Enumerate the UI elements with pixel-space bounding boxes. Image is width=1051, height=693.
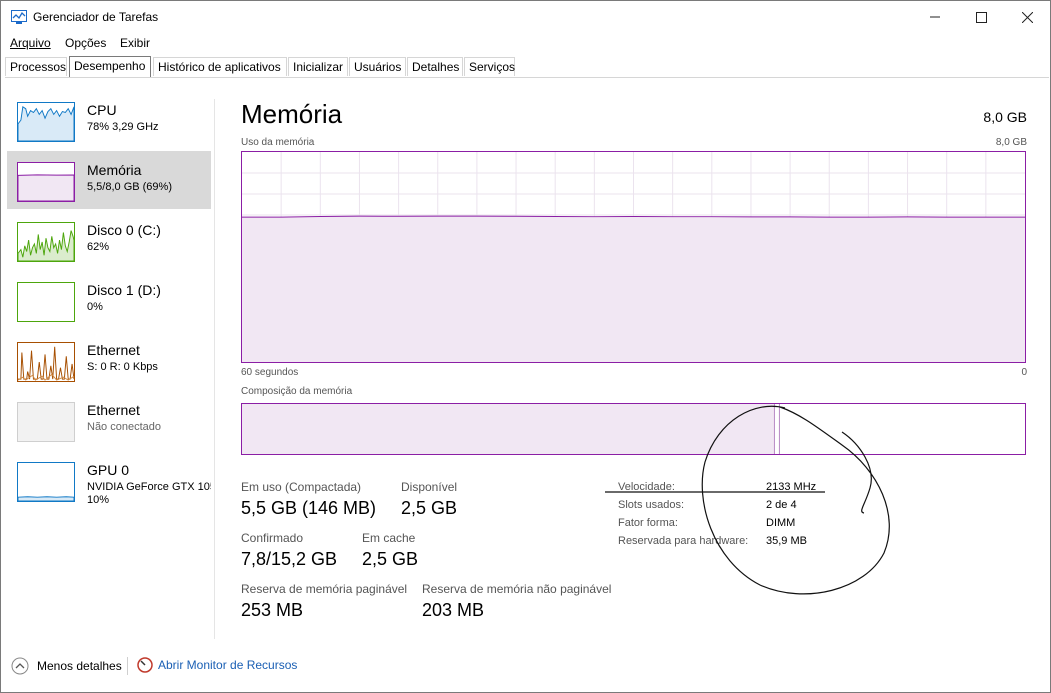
resource-name: CPU (87, 102, 117, 118)
hardware-reserved-value: 35,9 MB (766, 535, 807, 547)
tab-historico[interactable]: Histórico de aplicativos (153, 57, 287, 76)
paged-pool-value: 253 MB (241, 600, 304, 620)
resource-ethernet-2[interactable]: Ethernet Não conectado (7, 391, 211, 449)
in-use-value: 5,5 GB (146 MB) (241, 498, 377, 518)
graph-time-right: 0 (1021, 367, 1027, 378)
memory-thumbnail-graph (17, 162, 75, 202)
slots-label: Slots usados: (618, 499, 685, 511)
close-icon (1021, 11, 1033, 23)
in-use-label: Em uso (Compactada) (241, 480, 362, 494)
resource-detail: 62% (87, 241, 110, 253)
paged-pool-label: Reserva de memória paginável (241, 582, 408, 596)
memory-composition-bar (241, 403, 1026, 455)
resource-detail: S: 0 R: 0 Kbps (87, 361, 158, 373)
resource-detail-2: 10% (87, 494, 110, 506)
tab-usuarios[interactable]: Usuários (349, 57, 406, 76)
task-manager-window: Gerenciador de Tarefas Arquivo Opções Ex… (0, 0, 1051, 693)
close-button[interactable] (1004, 1, 1050, 33)
resource-detail: 78% 3,29 GHz (87, 121, 159, 133)
resource-detail: 0% (87, 301, 103, 313)
tab-inicializar[interactable]: Inicializar (288, 57, 348, 76)
resource-memory[interactable]: Memória 5,5/8,0 GB (69%) (7, 151, 211, 209)
speed-label: Velocidade: (618, 481, 675, 493)
disk1-thumbnail-graph (17, 282, 75, 322)
cached-label: Em cache (362, 531, 416, 545)
title-bar: Gerenciador de Tarefas (1, 1, 1050, 33)
resource-ethernet-1[interactable]: Ethernet S: 0 R: 0 Kbps (7, 331, 211, 389)
ethernet-thumbnail-graph (17, 342, 75, 382)
disk0-thumbnail-graph (17, 222, 75, 262)
tab-desempenho[interactable]: Desempenho (69, 56, 151, 77)
resource-name: Memória (87, 162, 142, 178)
memory-total: 8,0 GB (983, 109, 1027, 125)
resource-name: Ethernet (87, 402, 140, 418)
nonpaged-pool-value: 203 MB (422, 600, 485, 620)
available-value: 2,5 GB (401, 498, 458, 518)
slots-value: 2 de 4 (766, 499, 797, 511)
usage-graph-max: 8,0 GB (995, 137, 1027, 148)
menu-arquivo[interactable]: Arquivo (10, 36, 51, 50)
resource-monitor-icon (137, 657, 153, 673)
minimize-button[interactable] (912, 1, 958, 33)
resource-cpu[interactable]: CPU 78% 3,29 GHz (7, 91, 211, 149)
gpu-thumbnail-graph (17, 462, 75, 502)
graph-time-left: 60 segundos (241, 367, 299, 378)
open-resource-monitor-link[interactable]: Abrir Monitor de Recursos (137, 657, 297, 673)
minimize-icon (930, 16, 940, 18)
usage-graph-label: Uso da memória (241, 137, 315, 148)
page-title: Memória (241, 99, 343, 129)
memory-detail-panel: Memória 8,0 GB Uso da memória 8,0 GB 60 … (241, 97, 1027, 637)
composition-in-use (242, 404, 775, 454)
resource-name: Disco 1 (D:) (87, 282, 161, 298)
less-details-label: Menos detalhes (37, 659, 122, 673)
form-factor-value: DIMM (766, 517, 796, 529)
resource-monitor-label: Abrir Monitor de Recursos (158, 658, 298, 672)
form-factor-label: Fator forma: (618, 517, 678, 529)
committed-label: Confirmado (241, 531, 304, 545)
hardware-reserved-label: Reservada para hardware: (618, 535, 749, 547)
resource-disk-1[interactable]: Disco 1 (D:) 0% (7, 271, 211, 329)
task-manager-icon (11, 10, 27, 24)
resource-detail: Não conectado (87, 421, 161, 433)
window-title: Gerenciador de Tarefas (33, 10, 159, 24)
tab-detalhes[interactable]: Detalhes (407, 57, 463, 76)
resource-list: CPU 78% 3,29 GHz Memória 5,5/8,0 GB (69%… (1, 79, 214, 641)
memory-usage-area (242, 216, 1025, 362)
resource-gpu[interactable]: GPU 0 NVIDIA GeForce GTX 1050 10% (7, 451, 211, 509)
speed-value: 2133 MHz (766, 481, 817, 493)
menu-exibir[interactable]: Exibir (120, 36, 150, 50)
resource-name: GPU 0 (87, 462, 130, 478)
resource-name: Ethernet (87, 342, 140, 358)
composition-label: Composição da memória (241, 386, 353, 397)
maximize-icon (975, 11, 987, 23)
footer-bar: Menos detalhes Abrir Monitor de Recursos (1, 653, 1050, 681)
maximize-button[interactable] (958, 1, 1004, 33)
nonpaged-pool-label: Reserva de memória não paginável (422, 582, 612, 596)
footer-divider (127, 657, 128, 675)
resource-disk-0[interactable]: Disco 0 (C:) 62% (7, 211, 211, 269)
resource-name: Disco 0 (C:) (87, 222, 161, 238)
chevron-up-circle-icon (11, 657, 29, 675)
pane-divider (214, 99, 215, 639)
cached-value: 2,5 GB (362, 549, 419, 569)
less-details-button[interactable]: Menos detalhes (11, 657, 122, 675)
cpu-thumbnail-graph (17, 102, 75, 142)
tab-servicos[interactable]: Serviços (464, 57, 515, 76)
tab-processos[interactable]: Processos (5, 57, 67, 76)
committed-value: 7,8/15,2 GB (241, 549, 338, 569)
ethernet-disconnected-thumbnail (17, 402, 75, 442)
resource-detail: 5,5/8,0 GB (69%) (87, 181, 172, 193)
menu-opcoes[interactable]: Opções (65, 36, 106, 50)
resource-detail: NVIDIA GeForce GTX 1050 (87, 481, 211, 493)
memory-usage-graph (241, 151, 1026, 363)
available-label: Disponível (401, 480, 458, 494)
tab-strip: Processos Desempenho Histórico de aplica… (5, 56, 1049, 78)
menu-bar: Arquivo Opções Exibir (1, 34, 1050, 52)
